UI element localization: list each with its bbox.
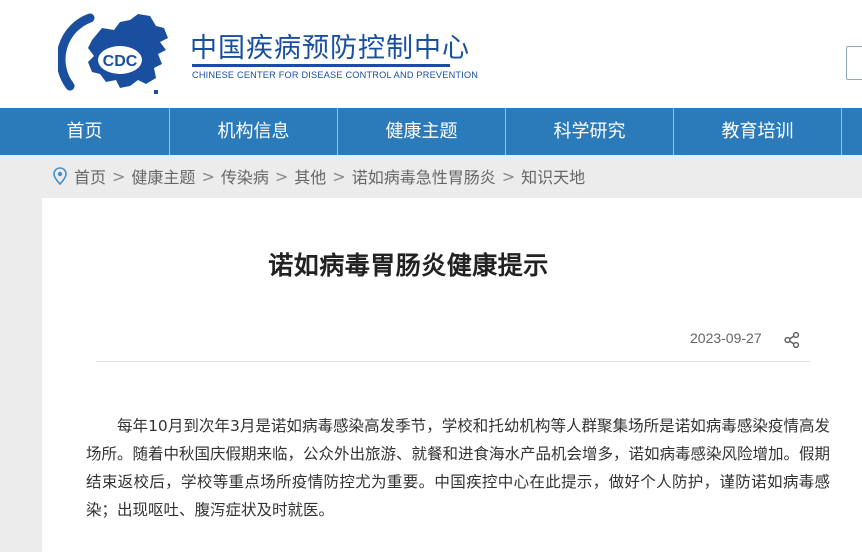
breadcrumb-separator: > bbox=[274, 166, 289, 186]
breadcrumb-health-topics[interactable]: 健康主题 bbox=[131, 164, 195, 188]
nav-item-home[interactable]: 首页 bbox=[0, 108, 170, 155]
nav-item-organization[interactable]: 机构信息 bbox=[170, 108, 338, 155]
site-name-english: CHINESE CENTER FOR DISEASE CONTROL AND P… bbox=[192, 70, 479, 80]
breadcrumb-norovirus[interactable]: 诺如病毒急性胃肠炎 bbox=[352, 164, 496, 188]
title-divider bbox=[96, 361, 810, 362]
breadcrumb-separator: > bbox=[112, 166, 126, 186]
breadcrumb-knowledge[interactable]: 知识天地 bbox=[521, 164, 585, 188]
nav-item-education[interactable]: 教育培训 bbox=[674, 108, 842, 155]
breadcrumb: 首页 > 健康主题 > 传染病 > 其他 > 诺如病毒急性胃肠炎 > 知识天地 bbox=[52, 163, 585, 189]
breadcrumb-other[interactable]: 其他 bbox=[294, 164, 326, 188]
share-icon[interactable] bbox=[783, 331, 801, 349]
search-input[interactable] bbox=[846, 46, 862, 80]
svg-text:CDC: CDC bbox=[103, 53, 138, 70]
breadcrumb-infectious-disease[interactable]: 传染病 bbox=[221, 164, 269, 188]
article-paragraph: 每年10月到次年3月是诺如病毒感染高发季节，学校和托幼机构等人群聚集场所是诺如病… bbox=[86, 417, 831, 519]
breadcrumb-separator: > bbox=[201, 166, 215, 186]
article-date: 2023-09-27 bbox=[690, 330, 762, 346]
main-nav: 首页 机构信息 健康主题 科学研究 教育培训 bbox=[0, 108, 862, 155]
nav-item-health-topics[interactable]: 健康主题 bbox=[338, 108, 506, 155]
nav-item-research[interactable]: 科学研究 bbox=[506, 108, 674, 155]
breadcrumb-separator: > bbox=[332, 166, 346, 186]
cdc-logo-icon: CDC bbox=[58, 13, 168, 94]
article-title: 诺如病毒胃肠炎健康提示 bbox=[268, 251, 549, 280]
site-header: CDC 中国疾病预防控制中心 CHINESE CENTER FOR DISEAS… bbox=[0, 0, 862, 108]
cdc-logo[interactable]: CDC bbox=[58, 6, 178, 100]
breadcrumb-home[interactable]: 首页 bbox=[74, 164, 106, 188]
breadcrumb-separator: > bbox=[501, 166, 516, 186]
location-pin-icon bbox=[52, 167, 68, 185]
site-name-chinese: 中国疾病预防控制中心 bbox=[190, 33, 470, 64]
logo-underline bbox=[192, 64, 450, 67]
article-card: 诺如病毒胃肠炎健康提示 2023-09-27 每年10月到次年3月是诺如病毒感染… bbox=[42, 198, 862, 552]
